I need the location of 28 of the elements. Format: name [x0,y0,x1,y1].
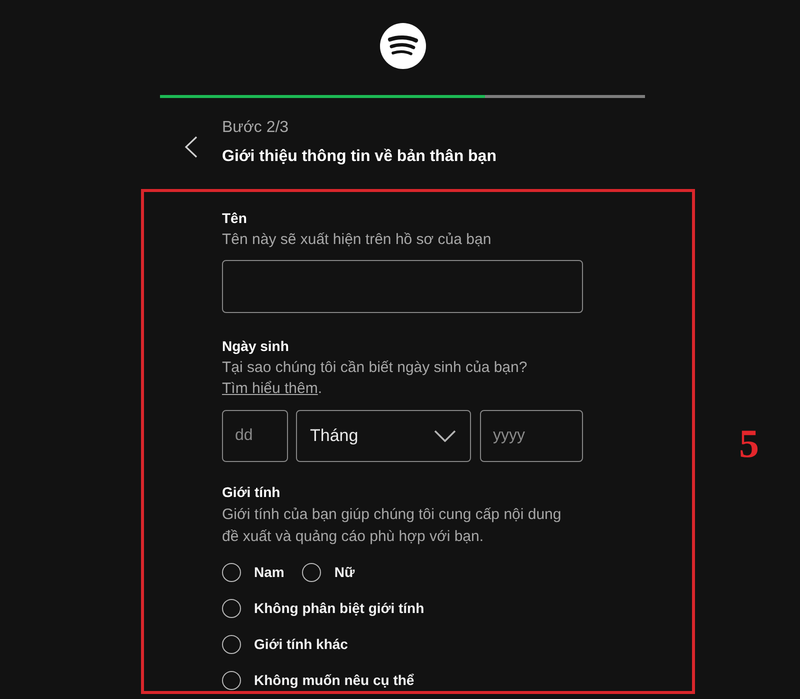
month-dropdown[interactable]: Tháng [296,410,471,462]
gender-option[interactable]: Không muốn nêu cụ thể [222,670,414,690]
radio-button[interactable] [222,562,241,582]
gender-option[interactable]: Giới tính khác [222,634,348,654]
radio-button[interactable] [222,598,241,618]
year-input[interactable]: yyyy [480,410,583,462]
back-button[interactable] [182,134,200,160]
radio-button[interactable] [302,562,322,582]
step-number-annotation: 5 [739,422,759,464]
chevron-down-icon [434,430,456,442]
chevron-left-icon [184,136,198,158]
field-label: Tên [222,209,248,227]
gender-option[interactable]: Nữ [302,562,355,582]
logo-icon [380,23,426,69]
field-hint: Tại sao chúng tôi cần biết ngày sinh của bạn? Tìm hiểu thêm. [222,358,528,399]
page-title: Giới thiệu thông tin về bản thân bạn [222,147,496,167]
field-label: Giới tính [222,483,282,501]
radio-button[interactable] [222,634,241,654]
gender-option[interactable]: Nam [222,562,284,582]
radio-button[interactable] [222,670,241,690]
day-input[interactable]: dd [222,410,288,462]
step-indicator: Bước 2/3 [222,118,290,138]
gender-option[interactable]: Không phân biệt giới tính [222,598,424,618]
learn-more-link[interactable]: Tìm hiểu thêm [222,380,318,397]
field-label: Ngày sinh [222,337,290,355]
field-hint: Tên này sẽ xuất hiện trên hồ sơ của bạn [222,231,492,249]
field-hint: Giới tính của bạn giúp chúng tôi cung cấp nội dung đề xuất và quảng cáo phù hợp với bạn. [222,505,562,547]
name-input[interactable] [222,260,583,313]
